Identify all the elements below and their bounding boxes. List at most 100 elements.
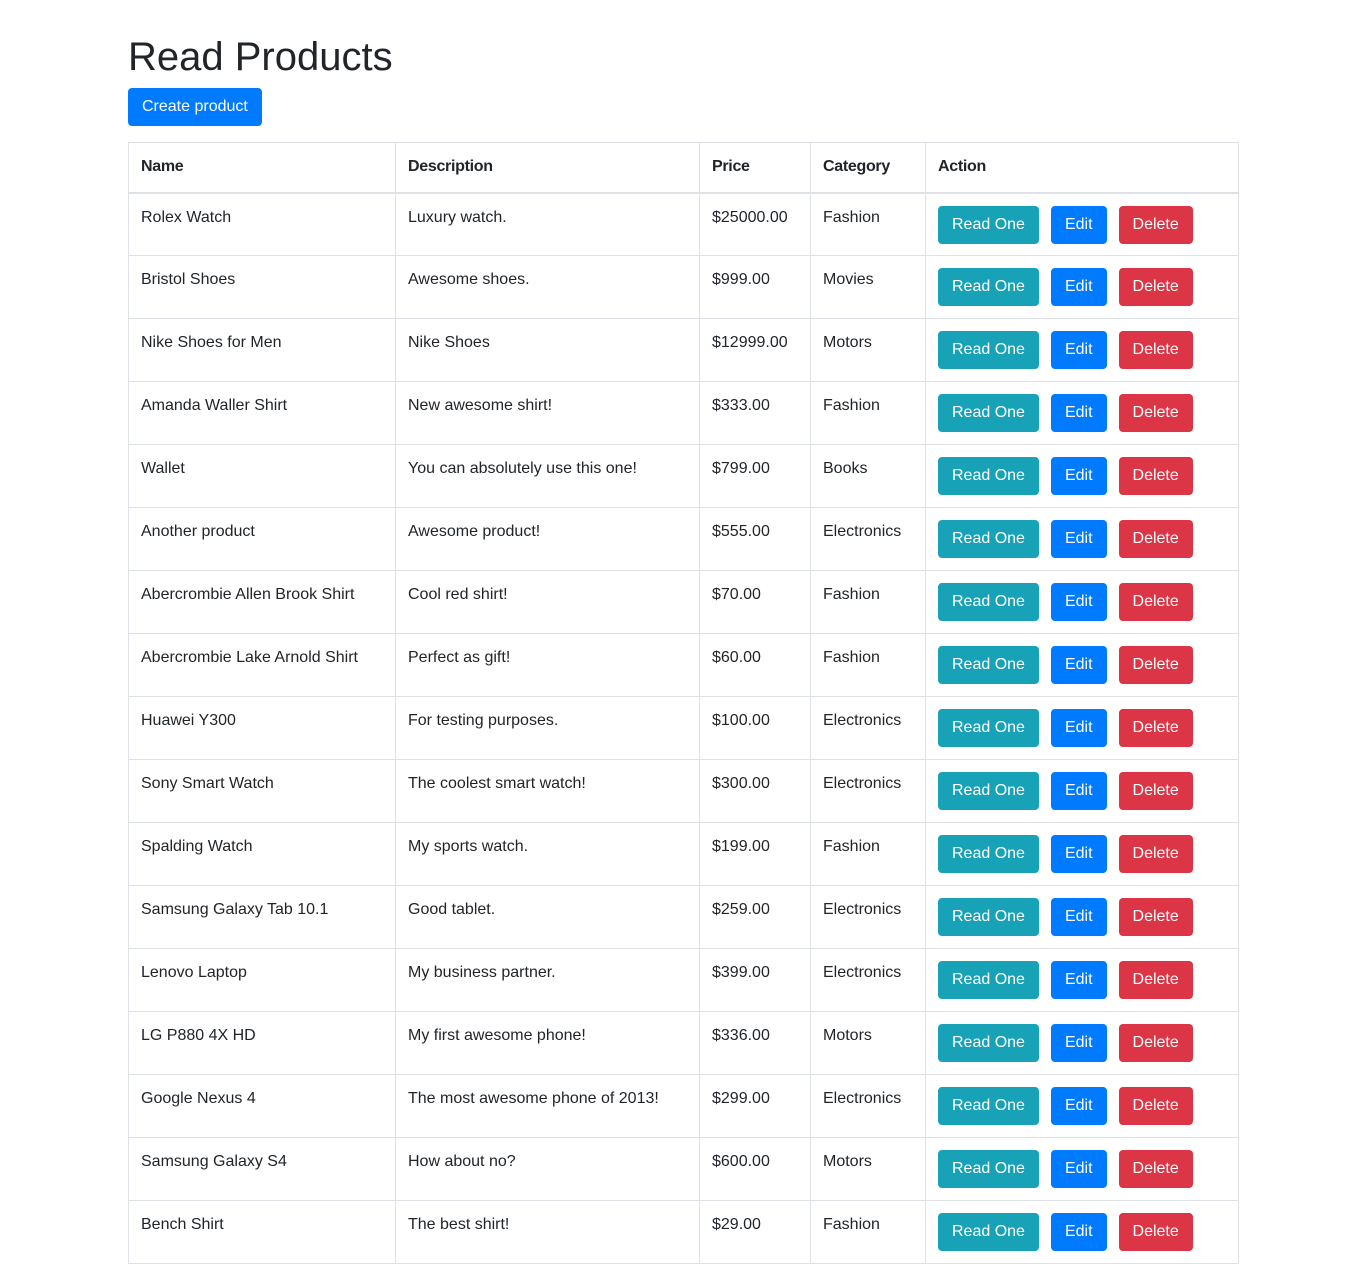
delete-button[interactable]: Delete [1118, 520, 1193, 558]
read-one-button[interactable]: Read One [938, 709, 1039, 747]
read-one-button[interactable]: Read One [938, 583, 1039, 621]
product-category: Books [810, 444, 926, 508]
product-name: Another product [128, 507, 396, 571]
product-category: Motors [810, 318, 926, 382]
read-one-button[interactable]: Read One [938, 772, 1039, 810]
edit-button[interactable]: Edit [1050, 1024, 1107, 1062]
edit-button[interactable]: Edit [1050, 583, 1107, 621]
read-one-button[interactable]: Read One [938, 268, 1039, 306]
header-description: Description [395, 142, 700, 194]
edit-button[interactable]: Edit [1050, 520, 1107, 558]
page-container: Read Products Create product Name Descri… [128, 0, 1239, 1264]
product-category: Fashion [810, 1200, 926, 1264]
product-name: Samsung Galaxy S4 [128, 1137, 396, 1201]
action-cell: Read One Edit Delete [925, 822, 1239, 886]
product-name: Abercrombie Lake Arnold Shirt [128, 633, 396, 697]
product-price: $799.00 [699, 444, 811, 508]
product-description: Awesome product! [395, 507, 700, 571]
edit-button[interactable]: Edit [1050, 1213, 1107, 1251]
product-description: My first awesome phone! [395, 1011, 700, 1075]
edit-button[interactable]: Edit [1050, 772, 1107, 810]
table-row: Bench Shirt The best shirt! $29.00 Fashi… [128, 1200, 1239, 1264]
delete-button[interactable]: Delete [1118, 1213, 1193, 1251]
product-name: Samsung Galaxy Tab 10.1 [128, 885, 396, 949]
read-one-button[interactable]: Read One [938, 1150, 1039, 1188]
product-price: $199.00 [699, 822, 811, 886]
product-category: Fashion [810, 381, 926, 445]
edit-button[interactable]: Edit [1050, 457, 1107, 495]
toolbar: Create product [128, 88, 1238, 142]
read-one-button[interactable]: Read One [938, 898, 1039, 936]
product-price: $300.00 [699, 759, 811, 823]
delete-button[interactable]: Delete [1118, 205, 1193, 244]
edit-button[interactable]: Edit [1050, 394, 1107, 432]
action-cell: Read One Edit Delete [925, 759, 1239, 823]
read-one-button[interactable]: Read One [938, 1087, 1039, 1125]
delete-button[interactable]: Delete [1118, 1087, 1193, 1125]
read-one-button[interactable]: Read One [938, 835, 1039, 873]
read-one-button[interactable]: Read One [938, 520, 1039, 558]
table-row: LG P880 4X HD My first awesome phone! $3… [128, 1011, 1239, 1075]
edit-button[interactable]: Edit [1050, 1087, 1107, 1125]
product-category: Fashion [810, 192, 926, 256]
edit-button[interactable]: Edit [1050, 898, 1107, 936]
edit-button[interactable]: Edit [1050, 961, 1107, 999]
product-category: Fashion [810, 822, 926, 886]
delete-button[interactable]: Delete [1118, 1024, 1193, 1062]
product-description: You can absolutely use this one! [395, 444, 700, 508]
product-category: Electronics [810, 696, 926, 760]
product-name: Huawei Y300 [128, 696, 396, 760]
edit-button[interactable]: Edit [1050, 205, 1107, 244]
table-row: Another product Awesome product! $555.00… [128, 507, 1239, 571]
delete-button[interactable]: Delete [1118, 772, 1193, 810]
product-name: Amanda Waller Shirt [128, 381, 396, 445]
edit-button[interactable]: Edit [1050, 709, 1107, 747]
edit-button[interactable]: Edit [1050, 268, 1107, 306]
delete-button[interactable]: Delete [1118, 394, 1193, 432]
product-price: $999.00 [699, 255, 811, 319]
header-price: Price [699, 142, 811, 194]
edit-button[interactable]: Edit [1050, 1150, 1107, 1188]
product-category: Electronics [810, 948, 926, 1012]
action-cell: Read One Edit Delete [925, 1137, 1239, 1201]
product-name: Nike Shoes for Men [128, 318, 396, 382]
read-one-button[interactable]: Read One [938, 394, 1039, 432]
delete-button[interactable]: Delete [1118, 835, 1193, 873]
table-row: Huawei Y300 For testing purposes. $100.0… [128, 696, 1239, 760]
product-price: $29.00 [699, 1200, 811, 1264]
product-category: Electronics [810, 1074, 926, 1138]
read-one-button[interactable]: Read One [938, 331, 1039, 369]
product-description: My sports watch. [395, 822, 700, 886]
delete-button[interactable]: Delete [1118, 457, 1193, 495]
delete-button[interactable]: Delete [1118, 583, 1193, 621]
delete-button[interactable]: Delete [1118, 646, 1193, 684]
read-one-button[interactable]: Read One [938, 646, 1039, 684]
edit-button[interactable]: Edit [1050, 331, 1107, 369]
create-product-button[interactable]: Create product [128, 88, 262, 126]
table-row: Google Nexus 4 The most awesome phone of… [128, 1074, 1239, 1138]
read-one-button[interactable]: Read One [938, 1024, 1039, 1062]
product-description: For testing purposes. [395, 696, 700, 760]
edit-button[interactable]: Edit [1050, 646, 1107, 684]
product-description: The most awesome phone of 2013! [395, 1074, 700, 1138]
page-title: Read Products [128, 35, 393, 79]
product-price: $299.00 [699, 1074, 811, 1138]
delete-button[interactable]: Delete [1118, 898, 1193, 936]
table-row: Nike Shoes for Men Nike Shoes $12999.00 … [128, 318, 1239, 382]
delete-button[interactable]: Delete [1118, 961, 1193, 999]
product-name: Bristol Shoes [128, 255, 396, 319]
table-header: Name Description Price Category Action [128, 142, 1239, 194]
delete-button[interactable]: Delete [1118, 268, 1193, 306]
action-cell: Read One Edit Delete [925, 696, 1239, 760]
delete-button[interactable]: Delete [1118, 331, 1193, 369]
read-one-button[interactable]: Read One [938, 1213, 1039, 1251]
read-one-button[interactable]: Read One [938, 457, 1039, 495]
delete-button[interactable]: Delete [1118, 709, 1193, 747]
read-one-button[interactable]: Read One [938, 205, 1039, 244]
table-row: Abercrombie Lake Arnold Shirt Perfect as… [128, 633, 1239, 697]
delete-button[interactable]: Delete [1118, 1150, 1193, 1188]
edit-button[interactable]: Edit [1050, 835, 1107, 873]
product-description: Cool red shirt! [395, 570, 700, 634]
read-one-button[interactable]: Read One [938, 961, 1039, 999]
product-description: Good tablet. [395, 885, 700, 949]
